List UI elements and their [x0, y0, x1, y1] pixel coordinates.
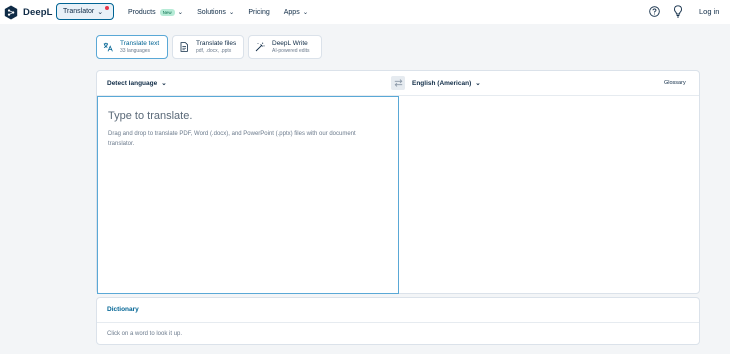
- main-nav: Products New ⌄ Solutions ⌄ Pricing Apps …: [128, 0, 322, 24]
- divider: [97, 322, 699, 323]
- translate-icon: [103, 42, 113, 52]
- nav-item-solutions[interactable]: Solutions ⌄: [197, 8, 235, 17]
- nav-apps-label: Apps: [283, 8, 300, 16]
- tab-translate-files[interactable]: Translate files pdf, .docx, .pptx: [172, 35, 244, 59]
- nav-item-apps[interactable]: Apps ⌄: [283, 8, 309, 17]
- nav-solutions-label: Solutions: [197, 8, 226, 16]
- language-bar: Detect language ⌄ English (American) ⌄ G…: [97, 71, 699, 96]
- nav-pricing-label: Pricing: [248, 8, 270, 16]
- swap-arrows-icon: [394, 79, 402, 87]
- dictionary-panel: Dictionary Click on a word to look it up…: [96, 297, 700, 345]
- mode-title: Translate files: [196, 39, 237, 47]
- chevron-down-icon: ⌄: [228, 9, 235, 16]
- translation-mode-tabs: Translate text 33 languages Translate fi…: [96, 35, 322, 59]
- document-translator-hint: Drag and drop to translate PDF, Word (.d…: [108, 131, 356, 147]
- dictionary-title: Dictionary: [107, 306, 139, 313]
- notification-dot: [105, 6, 109, 10]
- mode-title: Translate text: [120, 39, 160, 47]
- nav-products-label: Products: [128, 8, 156, 16]
- swap-languages-button[interactable]: [391, 76, 405, 90]
- source-text-input[interactable]: Type to translate. Drag and drop to tran…: [97, 96, 399, 294]
- translator-button-label: Translator: [63, 8, 95, 15]
- question-circle-icon[interactable]: [649, 6, 660, 17]
- document-icon: [180, 42, 188, 52]
- mode-title: DeepL Write: [272, 39, 308, 47]
- tab-deepl-write[interactable]: DeepL Write AI-powered edits: [248, 35, 322, 59]
- source-language-label: Detect language: [107, 79, 158, 87]
- brand-name: DeepL: [23, 6, 53, 18]
- tab-translate-text[interactable]: Translate text 33 languages: [96, 35, 168, 59]
- chevron-down-icon: ⌄: [177, 9, 184, 16]
- mode-subtitle: pdf, .docx, .pptx: [196, 47, 232, 54]
- source-placeholder: Type to translate.: [108, 110, 193, 122]
- chevron-down-icon: ⌄: [302, 9, 309, 16]
- chevron-down-icon: ⌄: [475, 80, 481, 87]
- deepl-logo[interactable]: DeepL: [4, 5, 53, 20]
- new-badge: New: [159, 8, 175, 16]
- top-navigation-bar: DeepL Translator ⌄ Products New ⌄ Soluti…: [0, 0, 730, 24]
- translator-menu-button[interactable]: Translator ⌄: [56, 3, 114, 20]
- nav-item-pricing[interactable]: Pricing: [248, 9, 269, 16]
- source-language-select[interactable]: Detect language ⌄: [107, 79, 167, 88]
- glossary-button[interactable]: Glossary: [664, 80, 686, 86]
- target-language-label: English (American): [412, 79, 472, 87]
- target-language-select[interactable]: English (American) ⌄: [412, 79, 481, 88]
- target-text-output[interactable]: [399, 96, 699, 294]
- mode-subtitle: AI-powered edits: [272, 47, 310, 54]
- chevron-down-icon: ⌄: [97, 8, 104, 16]
- dictionary-hint: Click on a word to look it up.: [107, 331, 183, 337]
- login-link[interactable]: Log in: [699, 7, 719, 16]
- magic-wand-icon: [255, 42, 265, 52]
- nav-item-products[interactable]: Products New ⌄: [128, 8, 183, 16]
- deepl-logo-icon: [4, 5, 18, 19]
- translator-panel: Detect language ⌄ English (American) ⌄ G…: [96, 70, 700, 294]
- mode-subtitle: 33 languages: [120, 47, 151, 54]
- chevron-down-icon: ⌄: [161, 80, 167, 87]
- lightbulb-icon[interactable]: [673, 5, 683, 18]
